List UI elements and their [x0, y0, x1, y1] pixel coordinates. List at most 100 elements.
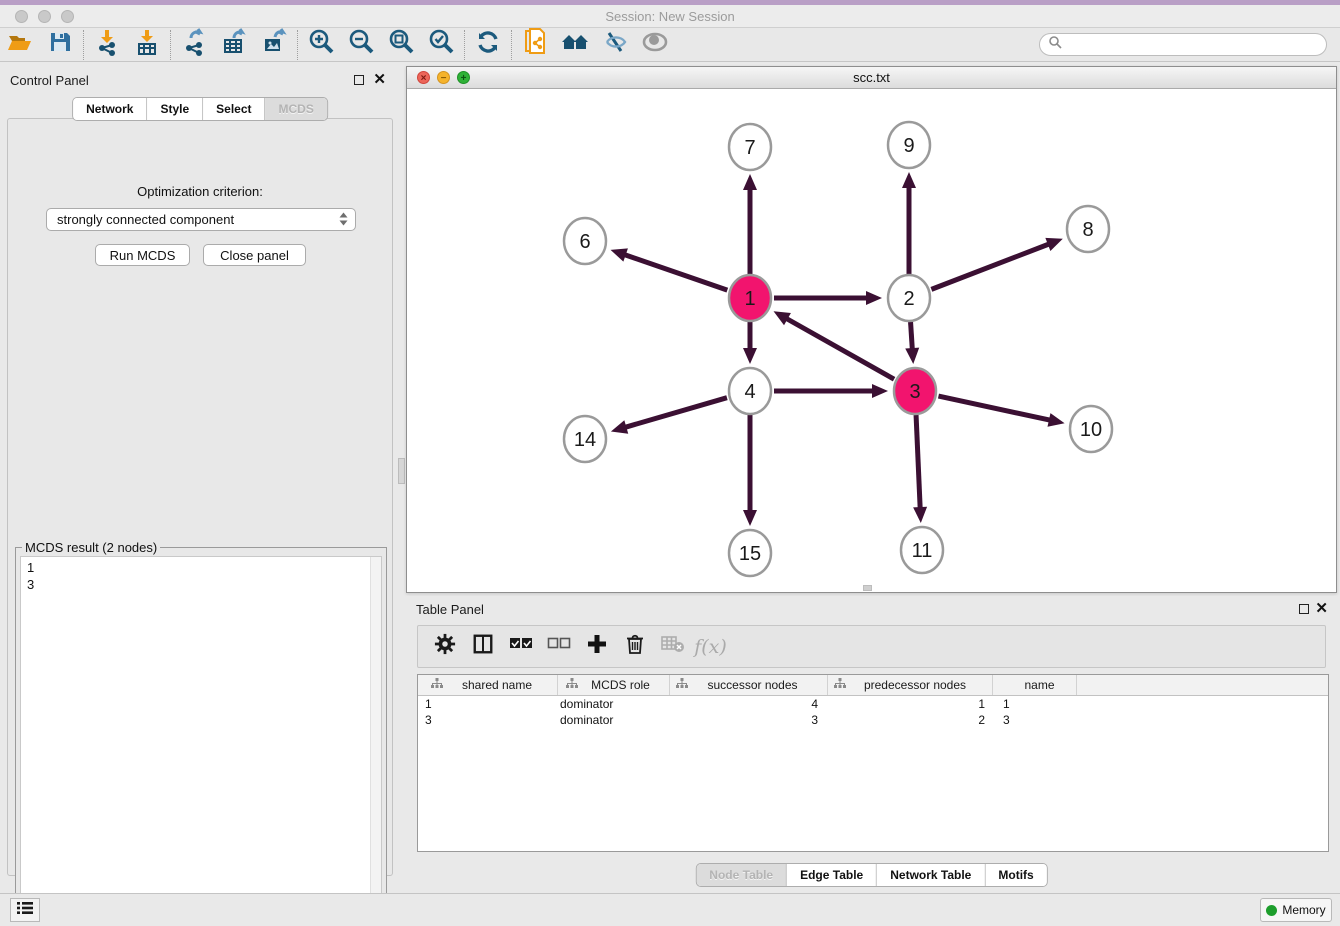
eye-icon — [640, 30, 670, 59]
run-mcds-button[interactable]: Run MCDS — [95, 244, 190, 266]
graph-node-label: 8 — [1082, 219, 1093, 241]
refresh-icon — [475, 29, 501, 60]
graph-edge-1-6[interactable] — [624, 254, 728, 290]
show-all-panels-button[interactable] — [555, 29, 595, 61]
network-scroll-handle[interactable] — [863, 585, 872, 591]
import-table-icon — [134, 28, 160, 61]
table-toolbar: f(x) — [417, 625, 1326, 668]
zoom-fit-button[interactable] — [381, 29, 421, 61]
bird-view-button[interactable] — [635, 29, 675, 61]
import-table-button[interactable] — [127, 29, 167, 61]
tab-motifs[interactable]: Motifs — [985, 864, 1046, 886]
plus-icon — [586, 633, 608, 660]
apply-layout-button[interactable] — [468, 29, 508, 61]
window-title: Session: New Session — [0, 9, 1340, 24]
table-row[interactable]: 1 dominator 4 1 1 — [418, 696, 1328, 712]
column-header-successor-nodes[interactable]: successor nodes — [670, 675, 828, 695]
hide-panels-button[interactable] — [595, 29, 635, 61]
close-panel-button[interactable]: Close panel — [203, 244, 306, 266]
search-input[interactable] — [1039, 33, 1327, 56]
mcds-result-scrollbar[interactable] — [370, 557, 381, 919]
table-panel-title: Table Panel — [416, 602, 484, 617]
tab-network[interactable]: Network — [73, 98, 147, 120]
graph-edge-arrowhead — [1047, 413, 1064, 427]
graph-edge-3-11[interactable] — [916, 415, 920, 509]
function-builder-button[interactable]: f(x) — [694, 630, 727, 664]
graph-node-label: 1 — [744, 288, 755, 310]
control-panel-tabs: Network Style Select MCDS — [72, 97, 328, 121]
gear-icon — [434, 633, 456, 660]
tab-edge-table[interactable]: Edge Table — [787, 864, 877, 886]
graph-node-label: 9 — [903, 135, 914, 157]
tab-select[interactable]: Select — [203, 98, 265, 120]
hierarchy-icon — [834, 678, 846, 692]
zoom-selected-button[interactable] — [421, 29, 461, 61]
graph-node-label: 2 — [903, 288, 914, 310]
delete-column-button[interactable] — [618, 630, 651, 664]
table-panel: Table Panel ✕ — [406, 596, 1337, 888]
memory-label: Memory — [1282, 903, 1325, 917]
save-session-button[interactable] — [40, 29, 80, 61]
table-panel-tabs: Node Table Edge Table Network Table Moti… — [695, 863, 1047, 887]
tab-network-table[interactable]: Network Table — [877, 864, 985, 886]
graph-edge-arrowhead — [743, 174, 757, 190]
toolbar-separator — [511, 30, 512, 60]
graph-edge-2-8[interactable] — [931, 244, 1049, 290]
zoom-out-button[interactable] — [341, 29, 381, 61]
open-session-button[interactable] — [0, 29, 40, 61]
deselect-all-button[interactable] — [542, 630, 575, 664]
column-header-predecessor-nodes[interactable]: predecessor nodes — [828, 675, 993, 695]
node-table: shared name MCDS role successor nodes pr… — [417, 674, 1329, 852]
network-canvas[interactable]: 7968124314101511 — [407, 89, 1336, 592]
graph-edge-3-1[interactable] — [786, 318, 894, 379]
show-column-button[interactable] — [466, 630, 499, 664]
hierarchy-icon — [676, 678, 688, 692]
dropdown-selected-value: strongly connected component — [57, 212, 234, 227]
control-panel-close-icon[interactable]: ✕ — [373, 70, 386, 88]
graph-edge-3-10[interactable] — [938, 396, 1050, 420]
mcds-result-textarea[interactable]: 1 3 — [20, 556, 382, 920]
memory-status-icon — [1266, 905, 1277, 916]
tab-mcds[interactable]: MCDS — [266, 98, 327, 120]
search-icon — [1048, 35, 1062, 54]
graph-edge-arrowhead — [913, 507, 927, 523]
export-network-button[interactable] — [174, 29, 214, 61]
unchecked-boxes-icon — [547, 637, 571, 656]
homes-icon — [560, 30, 590, 59]
graph-edge-4-14[interactable] — [624, 398, 727, 428]
graph-edge-arrowhead — [872, 384, 888, 398]
mcds-result-text: 1 3 — [27, 559, 34, 593]
select-all-button[interactable] — [504, 630, 537, 664]
graph-edge-arrowhead — [905, 348, 919, 364]
control-panel: Control Panel ✕ Network Style Select MCD… — [0, 66, 400, 880]
tab-style[interactable]: Style — [147, 98, 203, 120]
graph-edge-2-3[interactable] — [911, 322, 913, 350]
delete-table-button[interactable] — [656, 630, 689, 664]
panel-divider-grip[interactable] — [398, 458, 405, 484]
table-row[interactable]: 3 dominator 3 2 3 — [418, 712, 1328, 728]
graph-edge-arrowhead — [866, 291, 882, 305]
table-panel-float-icon[interactable] — [1299, 604, 1309, 614]
import-network-button[interactable] — [87, 29, 127, 61]
optimization-criterion-select[interactable]: strongly connected component — [46, 208, 356, 231]
task-history-button[interactable] — [10, 898, 40, 922]
memory-button[interactable]: Memory — [1260, 898, 1332, 922]
table-panel-close-icon[interactable]: ✕ — [1315, 599, 1328, 617]
export-table-button[interactable] — [214, 29, 254, 61]
optimization-criterion-label: Optimization criterion: — [8, 184, 392, 199]
clone-network-button[interactable] — [515, 29, 555, 61]
add-column-button[interactable] — [580, 630, 613, 664]
column-header-mcds-role[interactable]: MCDS role — [558, 675, 670, 695]
column-header-shared-name[interactable]: shared name — [418, 675, 558, 695]
graph-node-label: 4 — [744, 381, 755, 403]
control-panel-float-icon[interactable] — [354, 75, 364, 85]
zoom-in-icon — [307, 28, 335, 61]
tab-node-table[interactable]: Node Table — [696, 864, 787, 886]
network-window-titlebar[interactable]: × − + scc.txt — [407, 67, 1336, 89]
zoom-in-button[interactable] — [301, 29, 341, 61]
eye-slash-icon — [601, 29, 629, 60]
export-image-button[interactable] — [254, 29, 294, 61]
column-header-name[interactable]: name — [993, 675, 1077, 695]
list-icon — [16, 901, 34, 920]
table-settings-button[interactable] — [428, 630, 461, 664]
